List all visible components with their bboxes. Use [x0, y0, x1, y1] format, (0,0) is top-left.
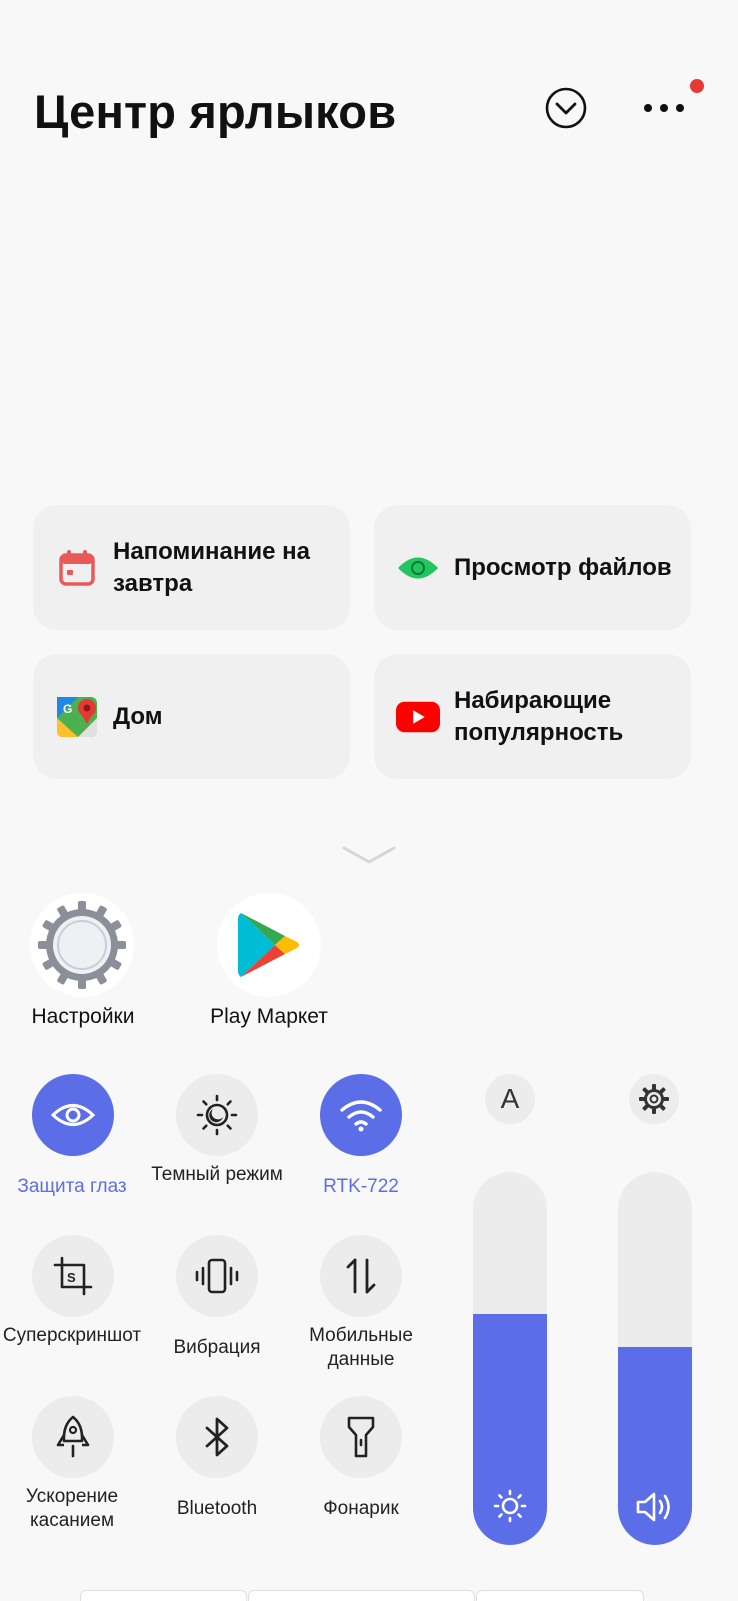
app-settings[interactable] — [30, 893, 134, 997]
volume-slider[interactable] — [618, 1172, 692, 1545]
toggle-eye-protection[interactable] — [32, 1074, 114, 1156]
svg-text:S: S — [67, 1270, 76, 1285]
shortcut-label: Напоминание на завтра — [113, 537, 310, 597]
toggle-super-screenshot[interactable]: S — [32, 1235, 114, 1317]
toggle-dark-mode[interactable] — [176, 1074, 258, 1156]
chevron-down-icon — [342, 846, 396, 864]
flashlight-icon — [347, 1416, 375, 1458]
sound-settings-button[interactable] — [629, 1074, 679, 1124]
toggle-label: Bluetooth — [176, 1498, 258, 1519]
toggle-touch-boost[interactable] — [32, 1396, 114, 1478]
expand-chevron[interactable] — [342, 845, 396, 870]
bottom-tab[interactable] — [80, 1590, 247, 1601]
mobile-data-icon — [346, 1258, 376, 1294]
auto-brightness-button[interactable]: A — [485, 1074, 535, 1124]
toggle-mobile-data[interactable] — [320, 1235, 402, 1317]
notification-dot — [690, 79, 704, 93]
toggle-label: Темный режим — [151, 1164, 283, 1185]
calendar-icon — [55, 546, 99, 590]
svg-text:G: G — [63, 702, 72, 716]
eye-icon — [50, 1104, 96, 1126]
youtube-icon — [396, 695, 440, 739]
bluetooth-icon — [205, 1417, 229, 1457]
toggle-label: Фонарик — [323, 1498, 399, 1519]
google-maps-icon: G — [55, 695, 99, 739]
more-options-button[interactable] — [640, 84, 688, 132]
app-label: Настройки — [31, 1005, 135, 1028]
rocket-icon — [56, 1415, 90, 1458]
gear-icon — [639, 1084, 669, 1114]
settings-gear-icon — [38, 901, 126, 989]
bottom-tab[interactable] — [248, 1590, 475, 1601]
shortcut-label: Набирающие популярность — [454, 686, 624, 746]
auto-brightness-label: A — [500, 1083, 520, 1114]
toggle-label: RTK-722 — [323, 1176, 399, 1197]
app-play-store[interactable] — [217, 893, 321, 997]
wifi-icon — [340, 1100, 382, 1132]
bottom-tab[interactable] — [476, 1590, 644, 1601]
toggle-label: Ускорение касанием — [25, 1486, 119, 1531]
shortcut-label: Просмотр файлов — [454, 553, 672, 581]
shortcut-card-trending[interactable]: Набирающие популярность — [374, 654, 691, 779]
app-label: Play Маркет — [210, 1005, 328, 1028]
volume-icon — [618, 1491, 692, 1523]
vibration-icon — [195, 1258, 239, 1294]
toggle-flashlight[interactable] — [320, 1396, 402, 1478]
toggle-label: Вибрация — [173, 1337, 261, 1358]
brightness-icon — [473, 1489, 547, 1523]
toggle-vibration[interactable] — [176, 1235, 258, 1317]
shortcut-card-home[interactable]: G Дом — [33, 654, 350, 779]
eye-icon — [396, 546, 440, 590]
page-title: Центр ярлыков — [34, 85, 397, 138]
play-store-icon — [238, 913, 299, 977]
brightness-slider[interactable] — [473, 1172, 547, 1545]
toggle-wifi[interactable] — [320, 1074, 402, 1156]
shortcut-card-files[interactable]: Просмотр файлов — [374, 505, 691, 630]
toggle-label: Суперскриншот — [2, 1325, 142, 1346]
more-dots-icon — [644, 104, 684, 112]
screenshot-crop-icon: S — [53, 1256, 93, 1296]
shortcut-label: Дом — [113, 702, 163, 730]
collapse-button[interactable] — [542, 84, 590, 132]
toggle-bluetooth[interactable] — [176, 1396, 258, 1478]
toggle-label: Защита глаз — [17, 1176, 127, 1197]
toggle-label: Мобильные данные — [309, 1325, 413, 1370]
dark-mode-icon — [196, 1094, 238, 1136]
chevron-down-circle-icon — [545, 87, 587, 129]
shortcut-card-reminder[interactable]: Напоминание на завтра — [33, 505, 350, 630]
